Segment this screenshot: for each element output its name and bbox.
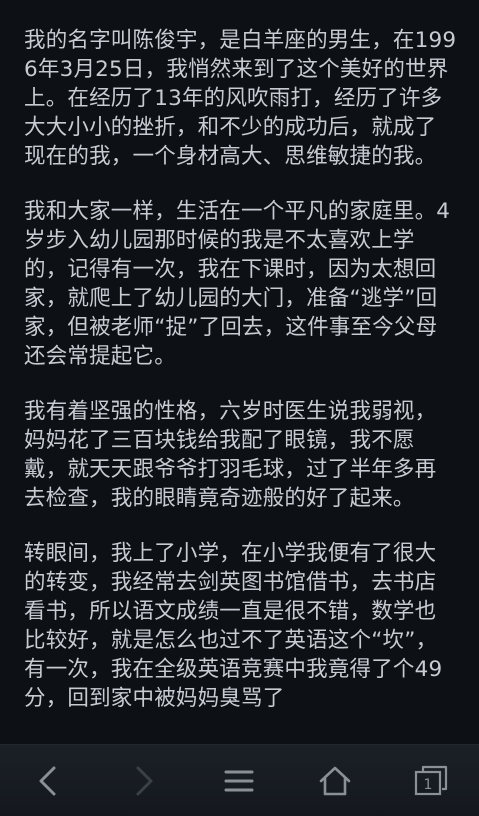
forward-arrow-icon: [136, 766, 153, 795]
tabs-icon: 1: [414, 765, 448, 795]
bottom-navigation-bar: 1: [0, 744, 479, 816]
home-button[interactable]: [300, 751, 370, 811]
back-button[interactable]: [13, 751, 83, 811]
article-paragraph: 我的名字叫陈俊宇，是白羊座的男生，在1996年3月25日，我悄然来到了这个美好的…: [24, 28, 457, 169]
menu-button[interactable]: [204, 751, 274, 811]
tabs-button[interactable]: 1: [396, 751, 466, 811]
article-paragraph: 我和大家一样，生活在一个平凡的家庭里。4岁步入幼儿园那时候的我是不太喜欢上学的，…: [24, 199, 451, 369]
article-content[interactable]: 我的名字叫陈俊宇，是白羊座的男生，在1996年3月25日，我悄然来到了这个美好的…: [0, 0, 479, 744]
menu-icon: [224, 770, 254, 791]
back-arrow-icon: [39, 766, 56, 795]
home-icon: [319, 766, 351, 795]
article-paragraph: 我有着坚强的性格，六岁时医生说我弱视，妈妈花了三百块钱给我配了眼镜，我不愿戴，就…: [24, 399, 437, 511]
tab-count: 1: [424, 777, 433, 793]
article-paragraph: 转眼间，我上了小学，在小学我便有了很大的转变，我经常去剑英图书馆借书，去书店看书…: [24, 541, 443, 711]
forward-button[interactable]: [109, 751, 179, 811]
